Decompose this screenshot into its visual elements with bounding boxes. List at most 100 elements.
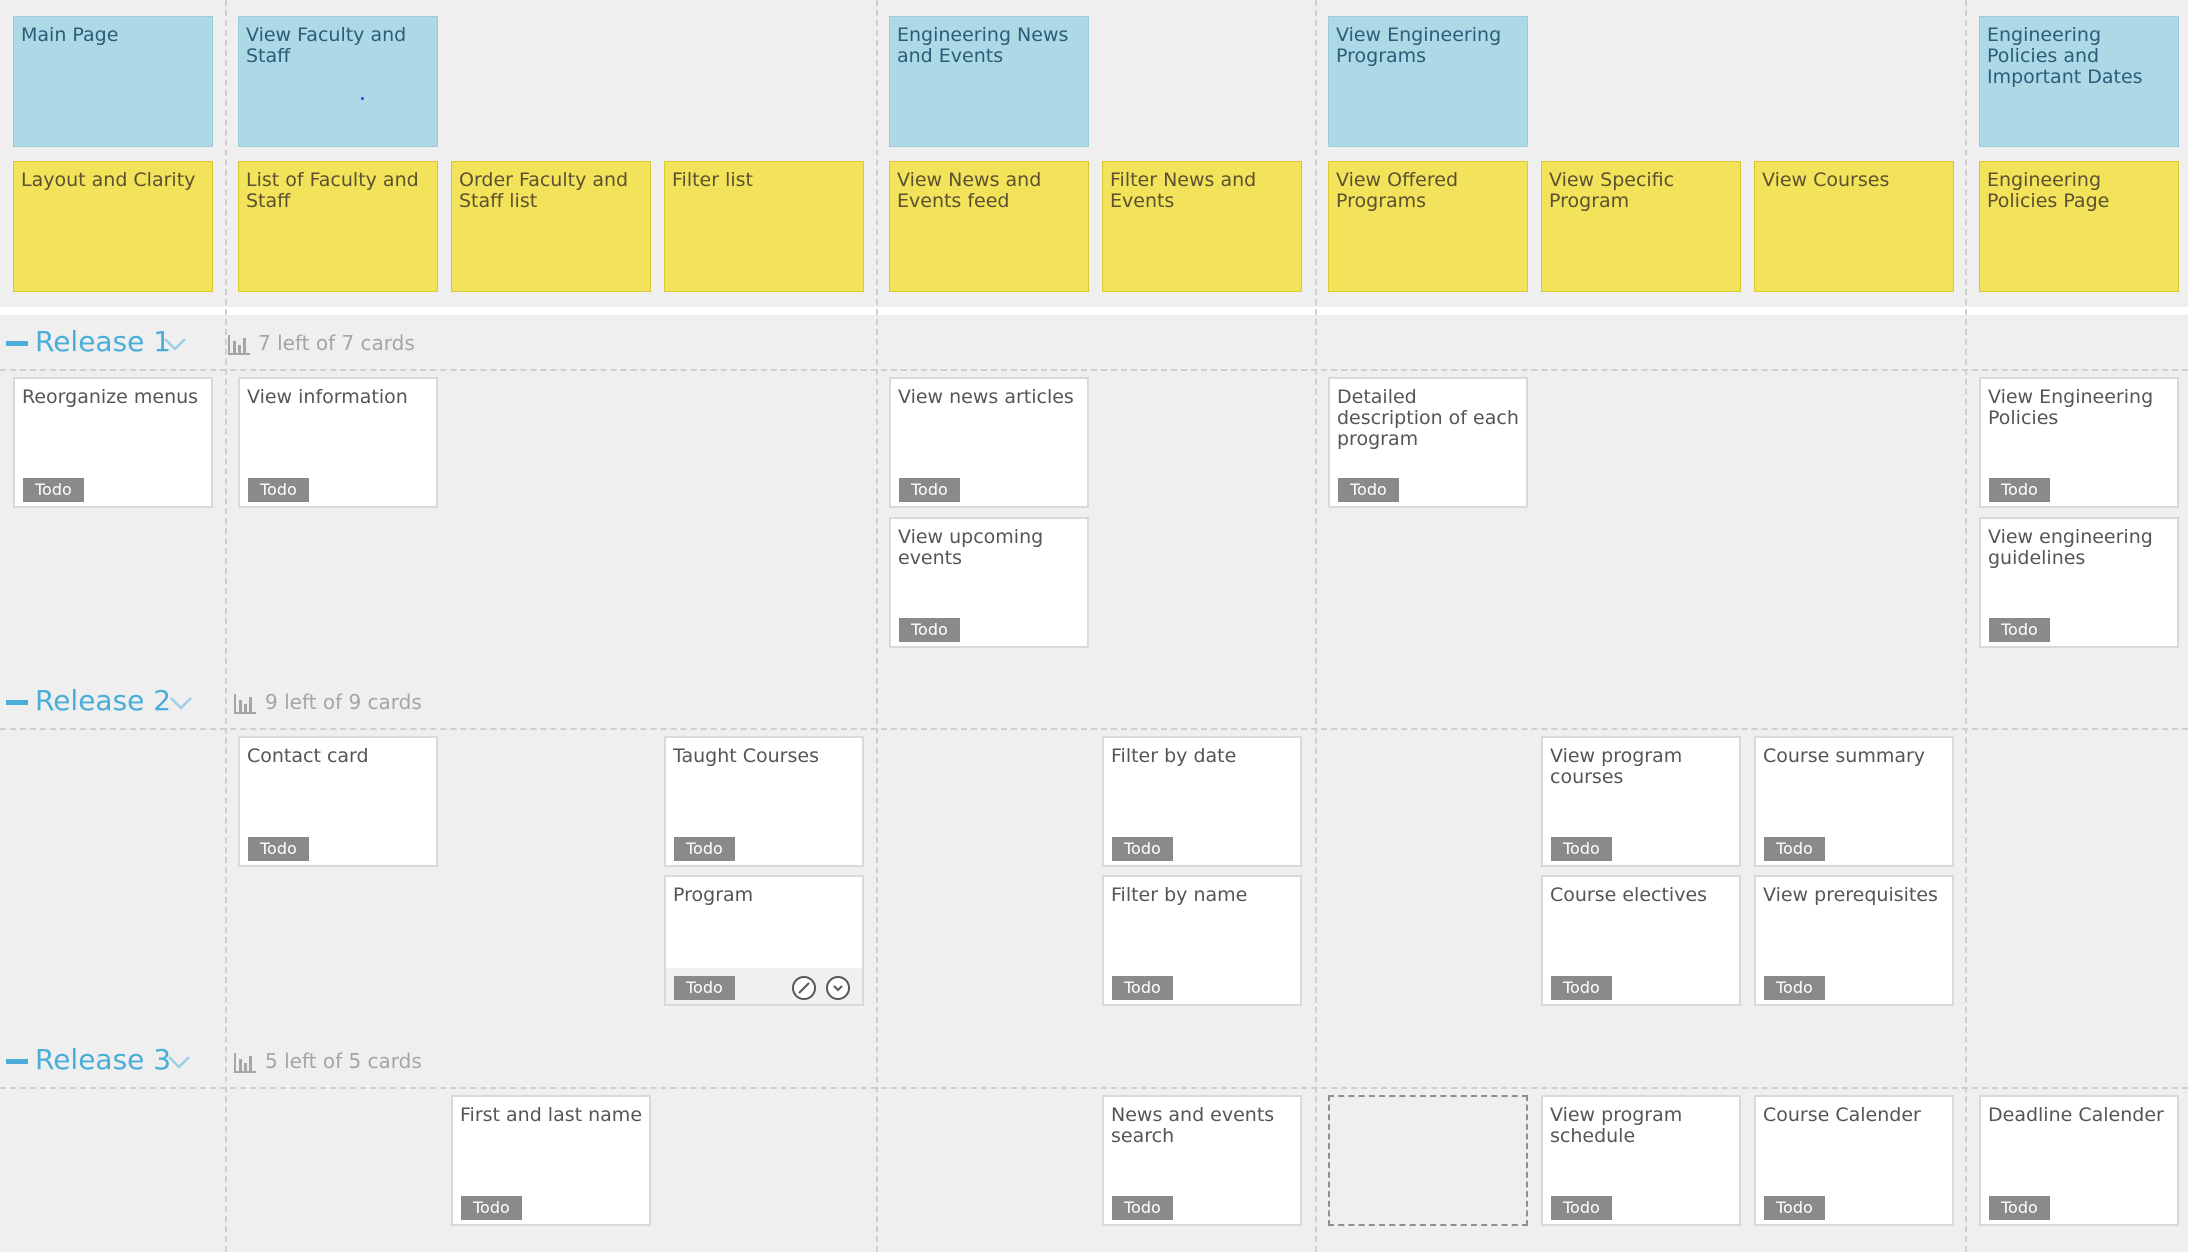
story-card[interactable]: Detailed description of each program Todo: [1328, 377, 1528, 508]
edit-icon[interactable]: [792, 976, 816, 1000]
activity-card[interactable]: View Engineering Programs: [1328, 16, 1528, 147]
story-card[interactable]: View information Todo: [238, 377, 438, 508]
story-card[interactable]: Course summary Todo: [1754, 736, 1954, 867]
task-card[interactable]: Order Faculty and Staff list: [451, 161, 651, 292]
release-row-divider: [0, 369, 2188, 371]
bar-chart-icon: [234, 1053, 256, 1073]
status-badge: Todo: [1764, 1196, 1825, 1220]
activity-title: Engineering News and Events: [897, 24, 1069, 67]
story-card[interactable]: View prerequisites Todo: [1754, 875, 1954, 1006]
task-card[interactable]: Filter News and Events: [1102, 161, 1302, 292]
empty-card-slot[interactable]: [1328, 1095, 1528, 1226]
story-card[interactable]: Filter by date Todo: [1102, 736, 1302, 867]
status-badge: Todo: [1338, 478, 1399, 502]
status-badge: Todo: [1989, 1196, 2050, 1220]
story-title: First and last name: [460, 1104, 643, 1126]
release-header[interactable]: Release 2 9 left of 9 cards: [0, 682, 440, 722]
task-card[interactable]: Engineering Policies Page: [1979, 161, 2179, 292]
release-header[interactable]: Release 1 7 left of 7 cards: [0, 323, 440, 363]
minus-icon[interactable]: [6, 700, 28, 705]
story-card[interactable]: View program schedule Todo: [1541, 1095, 1741, 1226]
minus-icon[interactable]: [6, 1059, 28, 1064]
story-card[interactable]: Filter by name Todo: [1102, 875, 1302, 1006]
story-card[interactable]: Reorganize menus Todo: [13, 377, 213, 508]
chevron-down-icon[interactable]: [168, 690, 194, 716]
release-name[interactable]: Release 3: [35, 1043, 171, 1076]
task-card[interactable]: View Specific Program: [1541, 161, 1741, 292]
story-title: Detailed description of each program: [1337, 386, 1519, 450]
status-badge: Todo: [248, 478, 309, 502]
task-title: Order Faculty and Staff list: [459, 169, 629, 212]
story-card[interactable]: Taught Courses Todo: [664, 736, 864, 867]
status-badge: Todo: [1112, 1196, 1173, 1220]
cursor-dot: [361, 97, 364, 100]
task-title: View Offered Programs: [1336, 169, 1459, 212]
column-divider: [876, 0, 878, 1252]
task-title: Engineering Policies Page: [1987, 169, 2110, 212]
status-badge: Todo: [899, 478, 960, 502]
status-badge: Todo: [1112, 976, 1173, 1000]
story-card[interactable]: Program Todo: [664, 875, 864, 1006]
status-badge: Todo: [1551, 976, 1612, 1000]
minus-icon[interactable]: [6, 341, 28, 346]
activity-title: Engineering Policies and Important Dates: [1987, 24, 2143, 88]
story-title: News and events search: [1111, 1104, 1275, 1147]
story-card[interactable]: View engineering guidelines Todo: [1979, 517, 2179, 648]
story-card[interactable]: View Engineering Policies Todo: [1979, 377, 2179, 508]
task-card[interactable]: View Offered Programs: [1328, 161, 1528, 292]
story-card[interactable]: View program courses Todo: [1541, 736, 1741, 867]
chevron-down-icon[interactable]: [166, 1049, 192, 1075]
task-card[interactable]: View Courses: [1754, 161, 1954, 292]
release-name[interactable]: Release 1: [35, 325, 171, 358]
activity-title: View Engineering Programs: [1336, 24, 1502, 67]
chevron-down-icon[interactable]: [162, 331, 188, 357]
release-header[interactable]: Release 3 5 left of 5 cards: [0, 1041, 440, 1081]
story-title: Reorganize menus: [22, 386, 199, 408]
status-badge: Todo: [23, 478, 84, 502]
task-card[interactable]: Filter list: [664, 161, 864, 292]
expand-icon[interactable]: [826, 976, 850, 1000]
story-card[interactable]: Course electives Todo: [1541, 875, 1741, 1006]
status-badge: Todo: [674, 837, 735, 861]
bar-chart-icon: [234, 694, 256, 714]
task-title: View Courses: [1762, 169, 1890, 191]
column-divider: [1965, 0, 1967, 1252]
task-card[interactable]: View News and Events feed: [889, 161, 1089, 292]
activity-title: Main Page: [21, 24, 119, 46]
release-card-count: 5 left of 5 cards: [265, 1049, 422, 1073]
card-action-bar: Todo: [666, 968, 862, 1004]
story-title: View program courses: [1550, 745, 1683, 788]
status-badge: Todo: [248, 837, 309, 861]
story-card[interactable]: View news articles Todo: [889, 377, 1089, 508]
story-card[interactable]: Course Calender Todo: [1754, 1095, 1954, 1226]
story-title: Filter by name: [1111, 884, 1248, 906]
status-badge: Todo: [1551, 1196, 1612, 1220]
activity-card[interactable]: Main Page: [13, 16, 213, 147]
task-card[interactable]: Layout and Clarity: [13, 161, 213, 292]
story-title: Contact card: [247, 745, 369, 767]
bar-chart-icon: [228, 335, 250, 355]
story-title: View Engineering Policies: [1988, 386, 2154, 429]
story-card[interactable]: First and last name Todo: [451, 1095, 651, 1226]
story-title: Course Calender: [1763, 1104, 1921, 1126]
status-badge: Todo: [1551, 837, 1612, 861]
activity-card[interactable]: Engineering News and Events: [889, 16, 1089, 147]
status-badge: Todo: [1764, 837, 1825, 861]
status-badge: Todo: [1112, 837, 1173, 861]
release-name[interactable]: Release 2: [35, 684, 171, 717]
story-card[interactable]: Contact card Todo: [238, 736, 438, 867]
story-title: Filter by date: [1111, 745, 1237, 767]
story-card[interactable]: News and events search Todo: [1102, 1095, 1302, 1226]
story-map-board: Main Page View Faculty and Staff Enginee…: [0, 0, 2188, 1252]
story-title: Deadline Calender: [1988, 1104, 2164, 1126]
task-card[interactable]: List of Faculty and Staff: [238, 161, 438, 292]
story-card[interactable]: Deadline Calender Todo: [1979, 1095, 2179, 1226]
story-title: View news articles: [898, 386, 1074, 408]
status-badge: Todo: [1989, 478, 2050, 502]
story-title: Course summary: [1763, 745, 1926, 767]
story-card[interactable]: View upcoming events Todo: [889, 517, 1089, 648]
activity-card[interactable]: View Faculty and Staff: [238, 16, 438, 147]
activity-card[interactable]: Engineering Policies and Important Dates: [1979, 16, 2179, 147]
release-card-count: 7 left of 7 cards: [258, 331, 415, 355]
status-badge: Todo: [1989, 618, 2050, 642]
